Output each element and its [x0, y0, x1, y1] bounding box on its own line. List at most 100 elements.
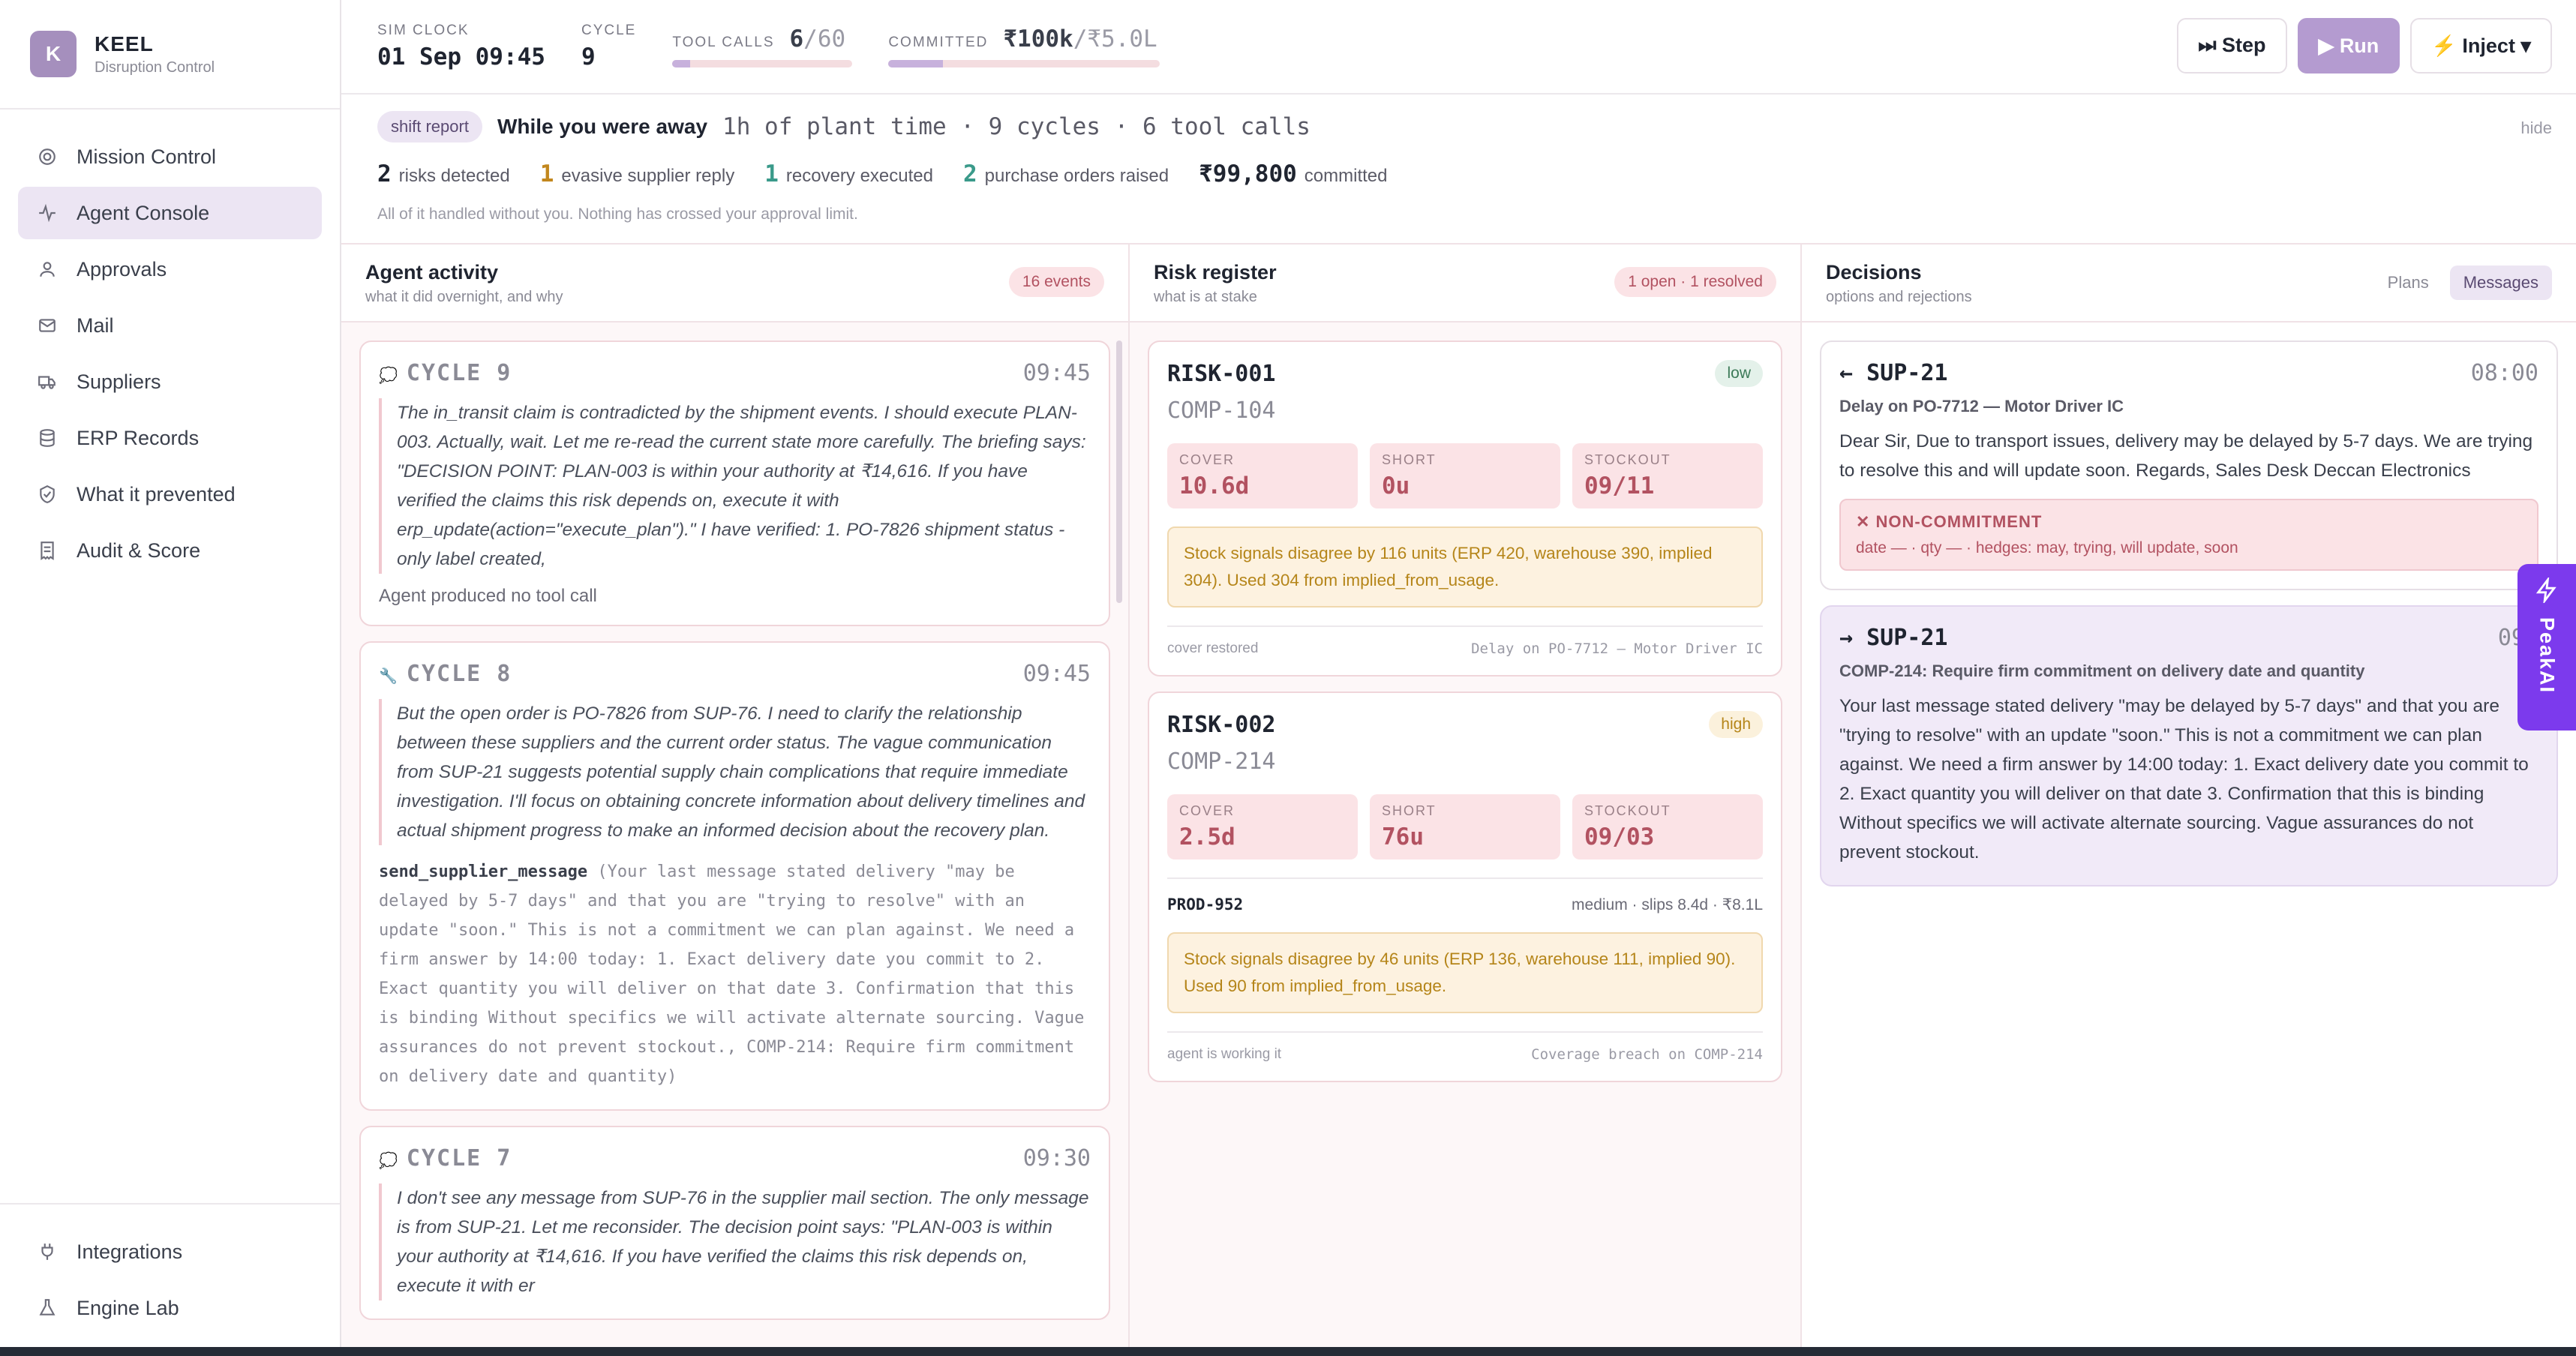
risk-list: RISK-001 low COMP-104 COVER 10.6d SHORT 0u…: [1130, 322, 1800, 1347]
nav-item-label: ERP Records: [77, 426, 200, 449]
activity-feed[interactable]: 💭 CYCLE 9 09:45 The in_transit claim is c…: [341, 322, 1128, 1347]
severity-badge: high: [1709, 711, 1763, 738]
severity-badge: low: [1715, 360, 1763, 387]
flag-detail: date — · qty — · hedges: may, trying, wi…: [1856, 539, 2238, 556]
affected-product: PROD-952: [1167, 896, 1244, 914]
decisions-panel: Decisions options and rejections Plans M…: [1802, 244, 2576, 1347]
tool-call-args: (Your last message stated delivery "may …: [379, 862, 1085, 1086]
wrench-icon: 🔧: [379, 667, 399, 685]
app-window: K KEEL Disruption Control Mission Contro…: [0, 0, 2576, 1347]
shift-stat-label: purchase orders raised: [984, 166, 1169, 186]
risk-cause: Delay on PO-7712 — Motor Driver IC: [1471, 640, 1763, 657]
shift-report-pill: shift report: [377, 111, 482, 142]
sidebar-footer-nav: Integrations Engine Lab: [0, 1203, 340, 1347]
nav-item-label: Suppliers: [77, 370, 161, 393]
stock-signal-warning: Stock signals disagree by 46 units (ERP …: [1167, 932, 1763, 1013]
risk-count-badge: 1 open · 1 resolved: [1614, 267, 1776, 297]
messages-list: ← SUP-21 08:00 Delay on PO-7712 — Motor …: [1802, 322, 2576, 1347]
brand-logo: K: [30, 31, 77, 77]
message-body: Dear Sir, Due to transport issues, deliv…: [1839, 431, 2533, 481]
nav-item-label: Mail: [77, 314, 114, 337]
risk-register-panel: Risk register what is at stake 1 open · …: [1130, 244, 1802, 1347]
shift-report-note: All of it handled without you. Nothing h…: [377, 206, 858, 223]
shift-report-detail: 1h of plant time · 9 cycles · 6 tool cal…: [722, 113, 1311, 140]
receipt-icon: [36, 539, 59, 562]
nav-item-label: Audit & Score: [77, 538, 201, 562]
risk-component: COMP-104: [1167, 398, 1276, 424]
shield-icon: [36, 483, 59, 506]
cycle-card: 💭 CYCLE 9 09:45 The in_transit claim is c…: [359, 340, 1110, 626]
step-button[interactable]: ⏭ Step: [2177, 18, 2287, 74]
topbar: SIM CLOCK 01 Sep 09:45 CYCLE 9 TOOL CALL…: [341, 0, 2576, 94]
sim-clock-label: SIM CLOCK: [377, 22, 470, 38]
message-card-outbound[interactable]: → SUP-21 09: COMP-214: Require firm comm…: [1820, 605, 2558, 886]
nav-item-agent-console[interactable]: Agent Console: [18, 187, 322, 239]
nav-item-label: Approvals: [77, 257, 167, 280]
metric-label: STOCKOUT: [1584, 452, 1671, 467]
committed-bar: [888, 60, 1160, 68]
nav-item-approvals[interactable]: Approvals: [18, 243, 322, 296]
cover-metric: COVER 2.5d: [1167, 794, 1358, 860]
nav-item-label: Mission Control: [77, 145, 217, 168]
tool-calls-used: 6: [789, 26, 804, 52]
tool-calls-bar-fill: [672, 60, 691, 68]
nav-item-mission-control[interactable]: Mission Control: [18, 130, 322, 183]
outbound-arrow-icon: →: [1839, 625, 1854, 651]
cycle-stat: CYCLE 9: [581, 22, 636, 70]
stockout-metric: STOCKOUT 09/11: [1572, 443, 1763, 508]
metric-value: 0u: [1382, 472, 1410, 500]
tab-messages[interactable]: Messages: [2449, 266, 2552, 300]
message-party: SUP-21: [1866, 625, 1948, 651]
shift-stat-label: risks detected: [398, 166, 510, 186]
stock-signal-warning: Stock signals disagree by 116 units (ERP…: [1167, 526, 1763, 608]
shift-stat-evasive: 1 evasive supplier reply: [540, 160, 734, 188]
risk-status: agent is working it: [1167, 1046, 1282, 1062]
tab-plans[interactable]: Plans: [2374, 266, 2442, 300]
nav-item-erp-records[interactable]: ERP Records: [18, 412, 322, 464]
sim-clock: SIM CLOCK 01 Sep 09:45: [377, 22, 545, 70]
cycle-note: Agent produced no tool call: [379, 586, 597, 606]
cycle-reasoning: The in_transit claim is contradicted by …: [379, 398, 1091, 574]
inject-button[interactable]: ⚡ Inject ▾: [2410, 18, 2552, 74]
target-icon: [36, 146, 59, 168]
shift-report: shift report While you were away 1h of p…: [341, 94, 2576, 244]
risk-status: cover restored: [1167, 640, 1259, 656]
main-nav: Mission Control Agent Console Approvals …: [0, 110, 340, 1203]
message-body: Your last message stated delivery "may b…: [1839, 696, 2529, 862]
nav-item-engine-lab[interactable]: Engine Lab: [18, 1282, 322, 1334]
message-card-inbound[interactable]: ← SUP-21 08:00 Delay on PO-7712 — Motor …: [1820, 340, 2558, 590]
main-area: SIM CLOCK 01 Sep 09:45 CYCLE 9 TOOL CALL…: [341, 0, 2576, 1347]
nav-item-mail[interactable]: Mail: [18, 299, 322, 352]
brand-name: KEEL: [95, 32, 154, 56]
activity-scrollbar[interactable]: [1116, 340, 1122, 603]
metric-value: 76u: [1382, 824, 1424, 850]
message-subject: COMP-214: Require firm commitment on del…: [1839, 662, 2365, 680]
tool-call: send_supplier_message (Your last message…: [379, 857, 1091, 1091]
affected-product-detail: medium · slips 8.4d · ₹8.1L: [1572, 896, 1763, 914]
flask-icon: [36, 1297, 59, 1319]
hide-shift-report-link[interactable]: hide: [2520, 118, 2552, 138]
nav-item-suppliers[interactable]: Suppliers: [18, 356, 322, 408]
risk-card[interactable]: RISK-002 high COMP-214 COVER 2.5d SHORT 76…: [1148, 692, 1782, 1082]
message-time: 08:00: [2470, 360, 2538, 386]
tool-calls-bar: [672, 60, 853, 68]
user-check-icon: [36, 258, 59, 280]
metric-label: COVER: [1179, 803, 1235, 818]
shift-stat-recovery: 1 recovery executed: [764, 160, 933, 188]
shift-report-title: While you were away: [497, 115, 708, 138]
shift-stat-count: 1: [539, 160, 554, 188]
short-metric: SHORT 76u: [1370, 794, 1560, 860]
nav-item-integrations[interactable]: Integrations: [18, 1226, 322, 1278]
nav-item-what-it-prevented[interactable]: What it prevented: [18, 468, 322, 520]
metric-value: 2.5d: [1179, 824, 1235, 850]
flag-title: ✕ NON-COMMITMENT: [1856, 512, 2043, 531]
shift-stat-count: 2: [962, 160, 977, 188]
brand: K KEEL Disruption Control: [0, 0, 340, 110]
risk-card[interactable]: RISK-001 low COMP-104 COVER 10.6d SHORT 0u…: [1148, 340, 1782, 676]
nav-item-label: Engine Lab: [77, 1296, 179, 1319]
peakai-widget[interactable]: PeakAI: [2517, 564, 2576, 730]
nav-item-audit-score[interactable]: Audit & Score: [18, 524, 322, 577]
nav-item-label: What it prevented: [77, 482, 236, 506]
shift-stats: 2 risks detected 1 evasive supplier reply …: [377, 160, 2540, 188]
run-button[interactable]: ▶ Run: [2297, 18, 2400, 74]
